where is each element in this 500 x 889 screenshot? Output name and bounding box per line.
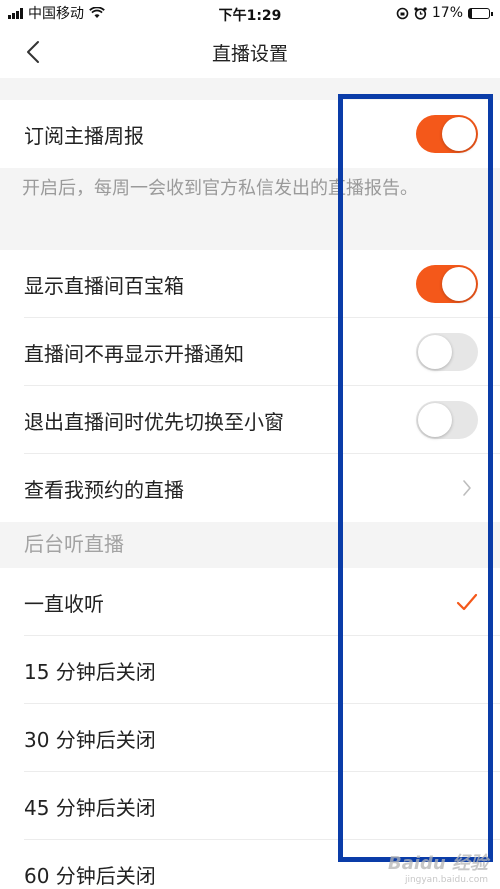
chevron-left-icon — [27, 41, 39, 63]
listen-option-label: 30 分钟后关闭 — [24, 727, 156, 752]
listen-option-label: 一直收听 — [24, 591, 104, 616]
section-gap — [0, 78, 500, 100]
wifi-icon — [89, 7, 105, 18]
listen-option-row[interactable]: 45 分钟后关闭 — [0, 772, 500, 840]
listen-option-label: 15 分钟后关闭 — [24, 659, 156, 684]
orientation-lock-icon — [396, 7, 409, 19]
battery-level — [469, 8, 473, 18]
carrier-name: 中国移动 — [28, 6, 84, 22]
setting-row-weekly-report: 订阅主播周报 — [0, 100, 500, 168]
setting-row-my-reservations[interactable]: 查看我预约的直播 — [0, 454, 500, 522]
toggle-knob — [442, 267, 476, 301]
treasure-box-toggle[interactable] — [416, 265, 478, 303]
setting-row-treasure-box: 显示直播间百宝箱 — [0, 250, 500, 318]
hide-start-notice-label: 直播间不再显示开播通知 — [24, 341, 244, 366]
toggle-knob — [442, 117, 476, 151]
weekly-report-toggle[interactable] — [416, 115, 478, 153]
background-listen-options: 一直收听 15 分钟后关闭 30 分钟后关闭 45 分钟后关闭 60 分钟后关闭 — [0, 568, 500, 889]
listen-option-row[interactable]: 一直收听 — [0, 568, 500, 636]
listen-option-row[interactable]: 30 分钟后关闭 — [0, 704, 500, 772]
signal-icon — [8, 7, 23, 19]
background-listen-header: 后台听直播 — [0, 522, 500, 568]
battery-percent: 17% — [431, 5, 463, 21]
status-bar: 中国移动 下午1:29 17% — [0, 0, 500, 26]
listen-option-row[interactable]: 15 分钟后关闭 — [0, 636, 500, 704]
weekly-report-note: 开启后，每周一会收到官方私信发出的直播报告。 — [0, 168, 500, 250]
listen-option-label: 45 分钟后关闭 — [24, 795, 156, 820]
page-title: 直播设置 — [211, 42, 288, 65]
battery-icon — [468, 7, 493, 19]
watermark-sub: jingyan.baidu.com — [404, 875, 488, 885]
chevron-right-icon — [460, 477, 474, 499]
status-left: 中国移动 — [8, 3, 105, 23]
toggle-knob — [418, 335, 452, 369]
treasure-box-label: 显示直播间百宝箱 — [24, 273, 184, 298]
mini-window-toggle[interactable] — [416, 401, 478, 439]
alarm-icon — [414, 6, 427, 20]
back-button[interactable] — [18, 37, 48, 67]
setting-row-hide-start-notice: 直播间不再显示开播通知 — [0, 318, 500, 386]
watermark-main: Baidu 经验 — [387, 853, 488, 874]
baidu-watermark: Baidu 经验 jingyan.baidu.com — [388, 849, 488, 885]
status-right: 17% — [396, 5, 493, 21]
my-reservations-label: 查看我预约的直播 — [24, 477, 184, 502]
mini-window-label: 退出直播间时优先切换至小窗 — [24, 409, 284, 434]
weekly-report-label: 订阅主播周报 — [24, 123, 144, 148]
setting-row-mini-window: 退出直播间时优先切换至小窗 — [0, 386, 500, 454]
hide-start-notice-toggle[interactable] — [416, 333, 478, 371]
nav-bar: 直播设置 — [0, 26, 500, 78]
toggle-knob — [418, 403, 452, 437]
checkmark-icon — [456, 593, 478, 611]
listen-option-label: 60 分钟后关闭 — [24, 863, 156, 888]
